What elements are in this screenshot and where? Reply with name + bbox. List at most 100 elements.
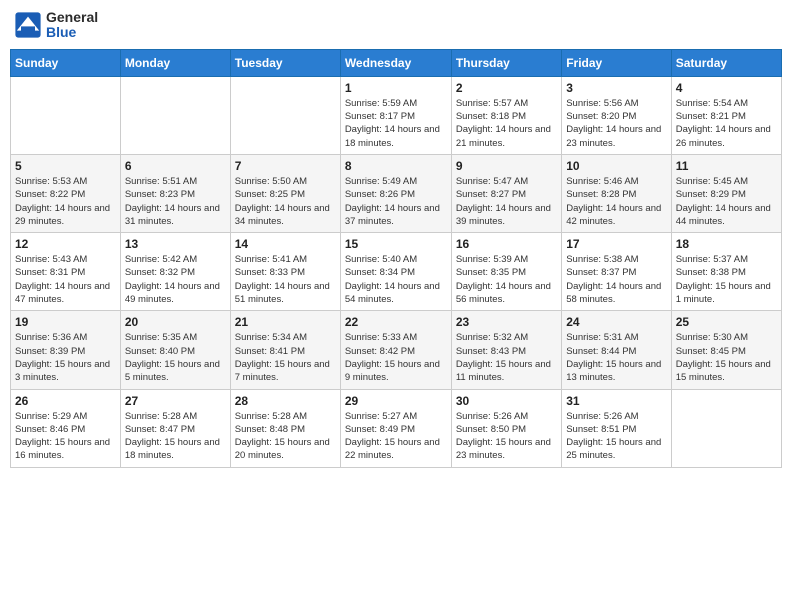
day-info: Sunrise: 5:57 AMSunset: 8:18 PMDaylight:… [456,97,557,150]
weekday-header-row: SundayMondayTuesdayWednesdayThursdayFrid… [11,49,782,76]
day-info: Sunrise: 5:29 AMSunset: 8:46 PMDaylight:… [15,410,116,463]
day-number: 14 [235,237,336,251]
day-info: Sunrise: 5:27 AMSunset: 8:49 PMDaylight:… [345,410,447,463]
weekday-header-saturday: Saturday [671,49,781,76]
day-cell: 13Sunrise: 5:42 AMSunset: 8:32 PMDayligh… [120,233,230,311]
day-number: 19 [15,315,116,329]
day-info: Sunrise: 5:28 AMSunset: 8:48 PMDaylight:… [235,410,336,463]
day-cell: 31 Sunrise: 5:26 AMSunset: 8:51 PMDayligh… [562,389,671,467]
day-number: 27 [125,394,226,408]
day-number: 4 [676,81,777,95]
week-row-5: 26 Sunrise: 5:29 AMSunset: 8:46 PMDayligh… [11,389,782,467]
day-cell: 25 Sunrise: 5:30 AMSunset: 8:45 PMDayligh… [671,311,781,389]
weekday-header-tuesday: Tuesday [230,49,340,76]
day-cell: 7 Sunrise: 5:50 AMSunset: 8:25 PMDaylight… [230,154,340,232]
day-number: 3 [566,81,666,95]
week-row-4: 19 Sunrise: 5:36 AMSunset: 8:39 PMDayligh… [11,311,782,389]
day-info: Sunrise: 5:53 AMSunset: 8:22 PMDaylight:… [15,175,116,228]
weekday-header-wednesday: Wednesday [340,49,451,76]
day-info: Sunrise: 5:28 AMSunset: 8:47 PMDaylight:… [125,410,226,463]
header: General Blue [10,10,782,41]
day-cell: 18Sunrise: 5:37 AMSunset: 8:38 PMDayligh… [671,233,781,311]
day-info: Sunrise: 5:47 AMSunset: 8:27 PMDaylight:… [456,175,557,228]
day-cell [11,76,121,154]
logo-icon [14,11,42,39]
day-info: Sunrise: 5:26 AMSunset: 8:51 PMDaylight:… [566,410,666,463]
day-cell: 10 Sunrise: 5:46 AMSunset: 8:28 PMDayligh… [562,154,671,232]
day-info: Sunrise: 5:50 AMSunset: 8:25 PMDaylight:… [235,175,336,228]
day-cell [671,389,781,467]
day-info: Sunrise: 5:46 AMSunset: 8:28 PMDaylight:… [566,175,666,228]
day-number: 28 [235,394,336,408]
day-number: 26 [15,394,116,408]
logo: General Blue [14,10,98,41]
day-number: 5 [15,159,116,173]
day-cell: 30 Sunrise: 5:26 AMSunset: 8:50 PMDayligh… [451,389,561,467]
day-cell: 2 Sunrise: 5:57 AMSunset: 8:18 PMDaylight… [451,76,561,154]
weekday-header-monday: Monday [120,49,230,76]
day-info: Sunrise: 5:45 AMSunset: 8:29 PMDaylight:… [676,175,777,228]
day-cell: 22 Sunrise: 5:33 AMSunset: 8:42 PMDayligh… [340,311,451,389]
day-number: 2 [456,81,557,95]
day-number: 17 [566,237,666,251]
day-number: 24 [566,315,666,329]
day-info: Sunrise: 5:30 AMSunset: 8:45 PMDaylight:… [676,331,777,384]
day-cell: 23Sunrise: 5:32 AMSunset: 8:43 PMDayligh… [451,311,561,389]
day-cell: 29 Sunrise: 5:27 AMSunset: 8:49 PMDayligh… [340,389,451,467]
day-info: Sunrise: 5:34 AMSunset: 8:41 PMDaylight:… [235,331,336,384]
day-number: 16 [456,237,557,251]
day-cell: 15 Sunrise: 5:40 AMSunset: 8:34 PMDayligh… [340,233,451,311]
week-row-1: 1Sunrise: 5:59 AMSunset: 8:17 PMDaylight… [11,76,782,154]
day-number: 30 [456,394,557,408]
day-info: Sunrise: 5:36 AMSunset: 8:39 PMDaylight:… [15,331,116,384]
day-info: Sunrise: 5:41 AMSunset: 8:33 PMDaylight:… [235,253,336,306]
day-number: 1 [345,81,447,95]
day-number: 25 [676,315,777,329]
day-number: 21 [235,315,336,329]
day-cell: 20 Sunrise: 5:35 AMSunset: 8:40 PMDayligh… [120,311,230,389]
day-number: 7 [235,159,336,173]
weekday-header-thursday: Thursday [451,49,561,76]
day-number: 10 [566,159,666,173]
week-row-2: 5 Sunrise: 5:53 AMSunset: 8:22 PMDaylight… [11,154,782,232]
day-number: 31 [566,394,666,408]
day-info: Sunrise: 5:38 AMSunset: 8:37 PMDaylight:… [566,253,666,306]
day-info: Sunrise: 5:54 AMSunset: 8:21 PMDaylight:… [676,97,777,150]
week-row-3: 12 Sunrise: 5:43 AMSunset: 8:31 PMDayligh… [11,233,782,311]
day-cell: 16 Sunrise: 5:39 AMSunset: 8:35 PMDayligh… [451,233,561,311]
day-cell: 27 Sunrise: 5:28 AMSunset: 8:47 PMDayligh… [120,389,230,467]
day-info: Sunrise: 5:56 AMSunset: 8:20 PMDaylight:… [566,97,666,150]
weekday-header-sunday: Sunday [11,49,121,76]
day-info: Sunrise: 5:39 AMSunset: 8:35 PMDaylight:… [456,253,557,306]
day-cell: 26 Sunrise: 5:29 AMSunset: 8:46 PMDayligh… [11,389,121,467]
day-number: 6 [125,159,226,173]
day-info: Sunrise: 5:49 AMSunset: 8:26 PMDaylight:… [345,175,447,228]
day-info: Sunrise: 5:51 AMSunset: 8:23 PMDaylight:… [125,175,226,228]
day-info: Sunrise: 5:42 AMSunset: 8:32 PMDaylight:… [125,253,226,306]
day-cell: 4 Sunrise: 5:54 AMSunset: 8:21 PMDaylight… [671,76,781,154]
day-number: 11 [676,159,777,173]
day-info: Sunrise: 5:40 AMSunset: 8:34 PMDaylight:… [345,253,447,306]
day-cell: 11 Sunrise: 5:45 AMSunset: 8:29 PMDayligh… [671,154,781,232]
day-number: 12 [15,237,116,251]
day-info: Sunrise: 5:31 AMSunset: 8:44 PMDaylight:… [566,331,666,384]
day-number: 8 [345,159,447,173]
day-number: 20 [125,315,226,329]
day-info: Sunrise: 5:26 AMSunset: 8:50 PMDaylight:… [456,410,557,463]
day-cell: 12 Sunrise: 5:43 AMSunset: 8:31 PMDayligh… [11,233,121,311]
day-cell: 6 Sunrise: 5:51 AMSunset: 8:23 PMDaylight… [120,154,230,232]
day-cell: 17 Sunrise: 5:38 AMSunset: 8:37 PMDayligh… [562,233,671,311]
day-info: Sunrise: 5:35 AMSunset: 8:40 PMDaylight:… [125,331,226,384]
day-number: 23 [456,315,557,329]
day-info: Sunrise: 5:43 AMSunset: 8:31 PMDaylight:… [15,253,116,306]
day-cell: 8 Sunrise: 5:49 AMSunset: 8:26 PMDaylight… [340,154,451,232]
calendar: SundayMondayTuesdayWednesdayThursdayFrid… [10,49,782,468]
day-number: 15 [345,237,447,251]
day-number: 22 [345,315,447,329]
logo-text: General Blue [46,10,98,41]
day-number: 29 [345,394,447,408]
weekday-header-friday: Friday [562,49,671,76]
day-info: Sunrise: 5:33 AMSunset: 8:42 PMDaylight:… [345,331,447,384]
day-number: 18 [676,237,777,251]
day-cell: 28 Sunrise: 5:28 AMSunset: 8:48 PMDayligh… [230,389,340,467]
